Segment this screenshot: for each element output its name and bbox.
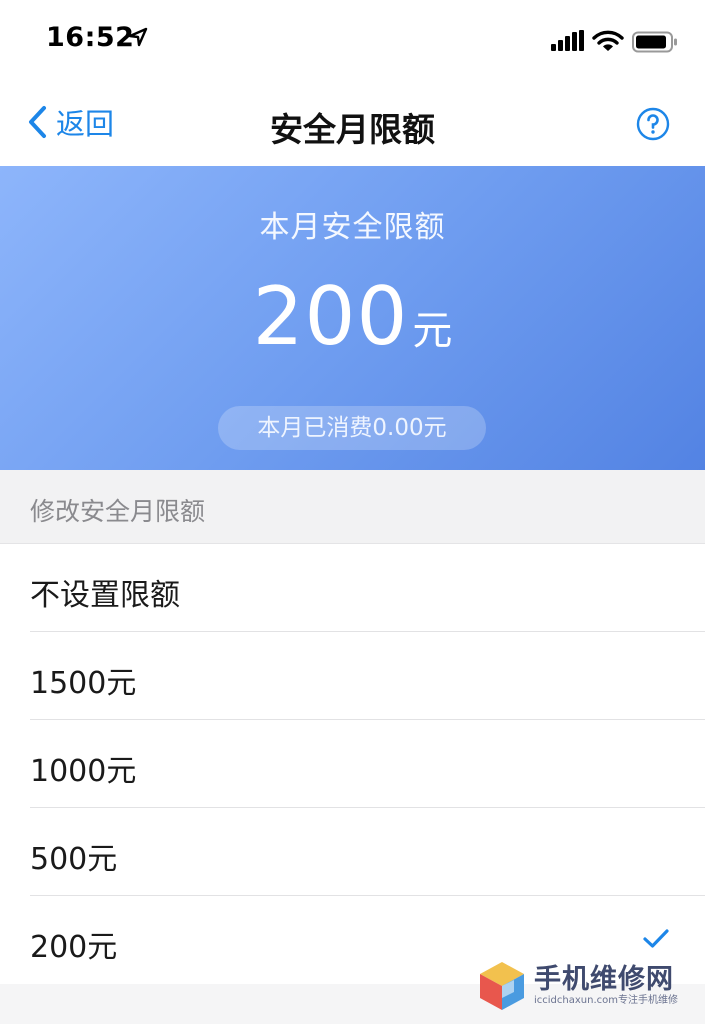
- limit-amount-value: 200: [252, 270, 409, 363]
- option-label: 500元: [30, 842, 118, 877]
- limit-options-list: 不设置限额 1500元 1000元 500元 200元: [0, 544, 705, 984]
- watermark-subtitle: iccidchaxun.com专注手机维修: [534, 995, 678, 1006]
- option-label: 不设置限额: [30, 578, 180, 613]
- battery-icon: [632, 31, 677, 53]
- page-title: 安全月限额: [270, 110, 435, 149]
- checkmark-icon: [643, 929, 669, 948]
- watermark: 手机维修网 iccidchaxun.com专注手机维修: [474, 956, 705, 1016]
- limit-banner: 本月安全限额 200 元 本月已消费0.00元: [0, 166, 705, 470]
- option-label: 1000元: [30, 754, 137, 789]
- spent-badge: 本月已消费0.00元: [218, 406, 486, 450]
- option-1000[interactable]: 1000元: [0, 720, 705, 808]
- status-time: 16:52: [46, 22, 135, 53]
- section-header-label: 修改安全月限额: [30, 497, 206, 526]
- banner-title: 本月安全限额: [259, 210, 446, 245]
- limit-amount: 200 元: [0, 270, 705, 363]
- navigation-bar: 返回 安全月限额: [0, 80, 705, 166]
- watermark-title: 手机维修网: [534, 964, 674, 995]
- cube-logo-icon: [480, 962, 524, 1010]
- location-arrow-icon: [128, 27, 148, 47]
- section-header: 修改安全月限额: [0, 470, 705, 544]
- option-500[interactable]: 500元: [0, 808, 705, 896]
- status-bar: 16:52: [0, 0, 705, 80]
- option-1500[interactable]: 1500元: [0, 632, 705, 720]
- option-label: 1500元: [30, 666, 137, 701]
- signal-icon: [551, 30, 584, 51]
- option-no-limit[interactable]: 不设置限额: [0, 544, 705, 632]
- question-circle-icon[interactable]: [636, 107, 670, 141]
- wifi-icon: [592, 30, 624, 51]
- option-label: 200元: [30, 930, 118, 965]
- limit-amount-unit: 元: [412, 308, 453, 354]
